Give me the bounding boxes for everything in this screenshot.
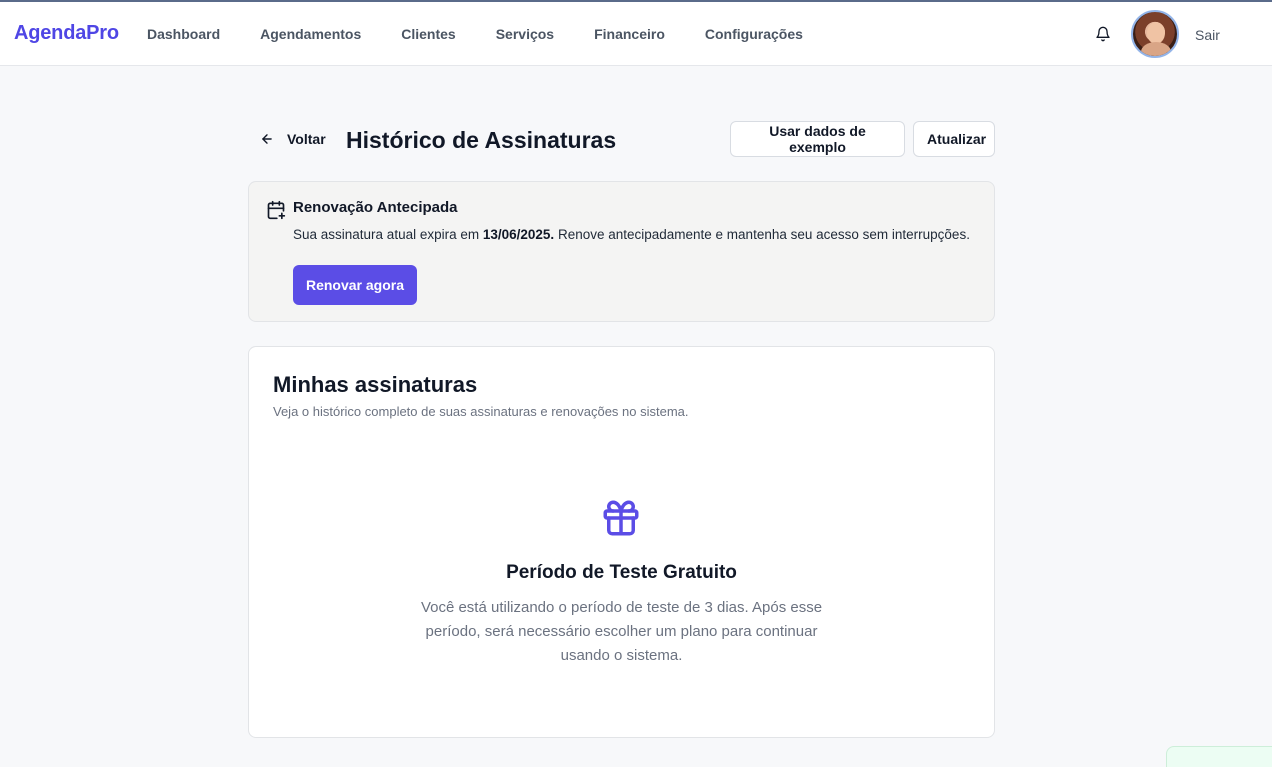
early-renewal-card: Renovação Antecipada Sua assinatura atua… [248, 181, 995, 322]
brand-logo[interactable]: AgendaPro [14, 22, 119, 45]
renewal-title: Renovação Antecipada [293, 199, 458, 216]
bell-icon[interactable] [1095, 26, 1111, 42]
gift-icon [603, 500, 639, 536]
back-label: Voltar [287, 131, 326, 147]
subscriptions-description: Veja o histórico completo de suas assina… [273, 404, 689, 419]
use-example-data-button[interactable]: Usar dados de exemplo [730, 121, 905, 157]
nav-clientes[interactable]: Clientes [401, 26, 455, 42]
page-title: Histórico de Assinaturas [346, 127, 617, 153]
logout-button[interactable]: Sair [1195, 27, 1220, 43]
nav-financeiro[interactable]: Financeiro [594, 26, 665, 42]
main-nav: Dashboard Agendamentos Clientes Serviços… [147, 26, 843, 42]
nav-servicos[interactable]: Serviços [496, 26, 554, 42]
toast-notification [1166, 746, 1272, 767]
avatar-body [1141, 42, 1171, 56]
arrow-left-icon [262, 134, 272, 144]
refresh-button[interactable]: Atualizar [913, 121, 995, 157]
subscriptions-title: Minhas assinaturas [273, 372, 478, 397]
renew-now-button[interactable]: Renovar agora [293, 265, 417, 305]
renewal-text-after: Renove antecipadamente e mantenha seu ac… [554, 227, 970, 242]
renewal-message: Sua assinatura atual expira em 13/06/202… [293, 227, 970, 242]
top-navbar: AgendaPro Dashboard Agendamentos Cliente… [0, 2, 1272, 66]
nav-agendamentos[interactable]: Agendamentos [260, 26, 361, 42]
calendar-plus-icon [267, 200, 286, 220]
trial-message: Você está utilizando o período de teste … [420, 599, 823, 664]
expiry-date: 13/06/2025. [482, 227, 555, 242]
user-avatar[interactable] [1131, 10, 1179, 58]
nav-configuracoes[interactable]: Configurações [705, 26, 803, 42]
nav-dashboard[interactable]: Dashboard [147, 26, 220, 42]
avatar-face [1147, 22, 1165, 44]
subscriptions-card: Minhas assinaturas Veja o histórico comp… [248, 346, 995, 738]
back-button[interactable]: Voltar [260, 131, 326, 147]
trial-title: Período de Teste Gratuito [506, 562, 737, 583]
renewal-text-before: Sua assinatura atual expira em [293, 227, 483, 242]
